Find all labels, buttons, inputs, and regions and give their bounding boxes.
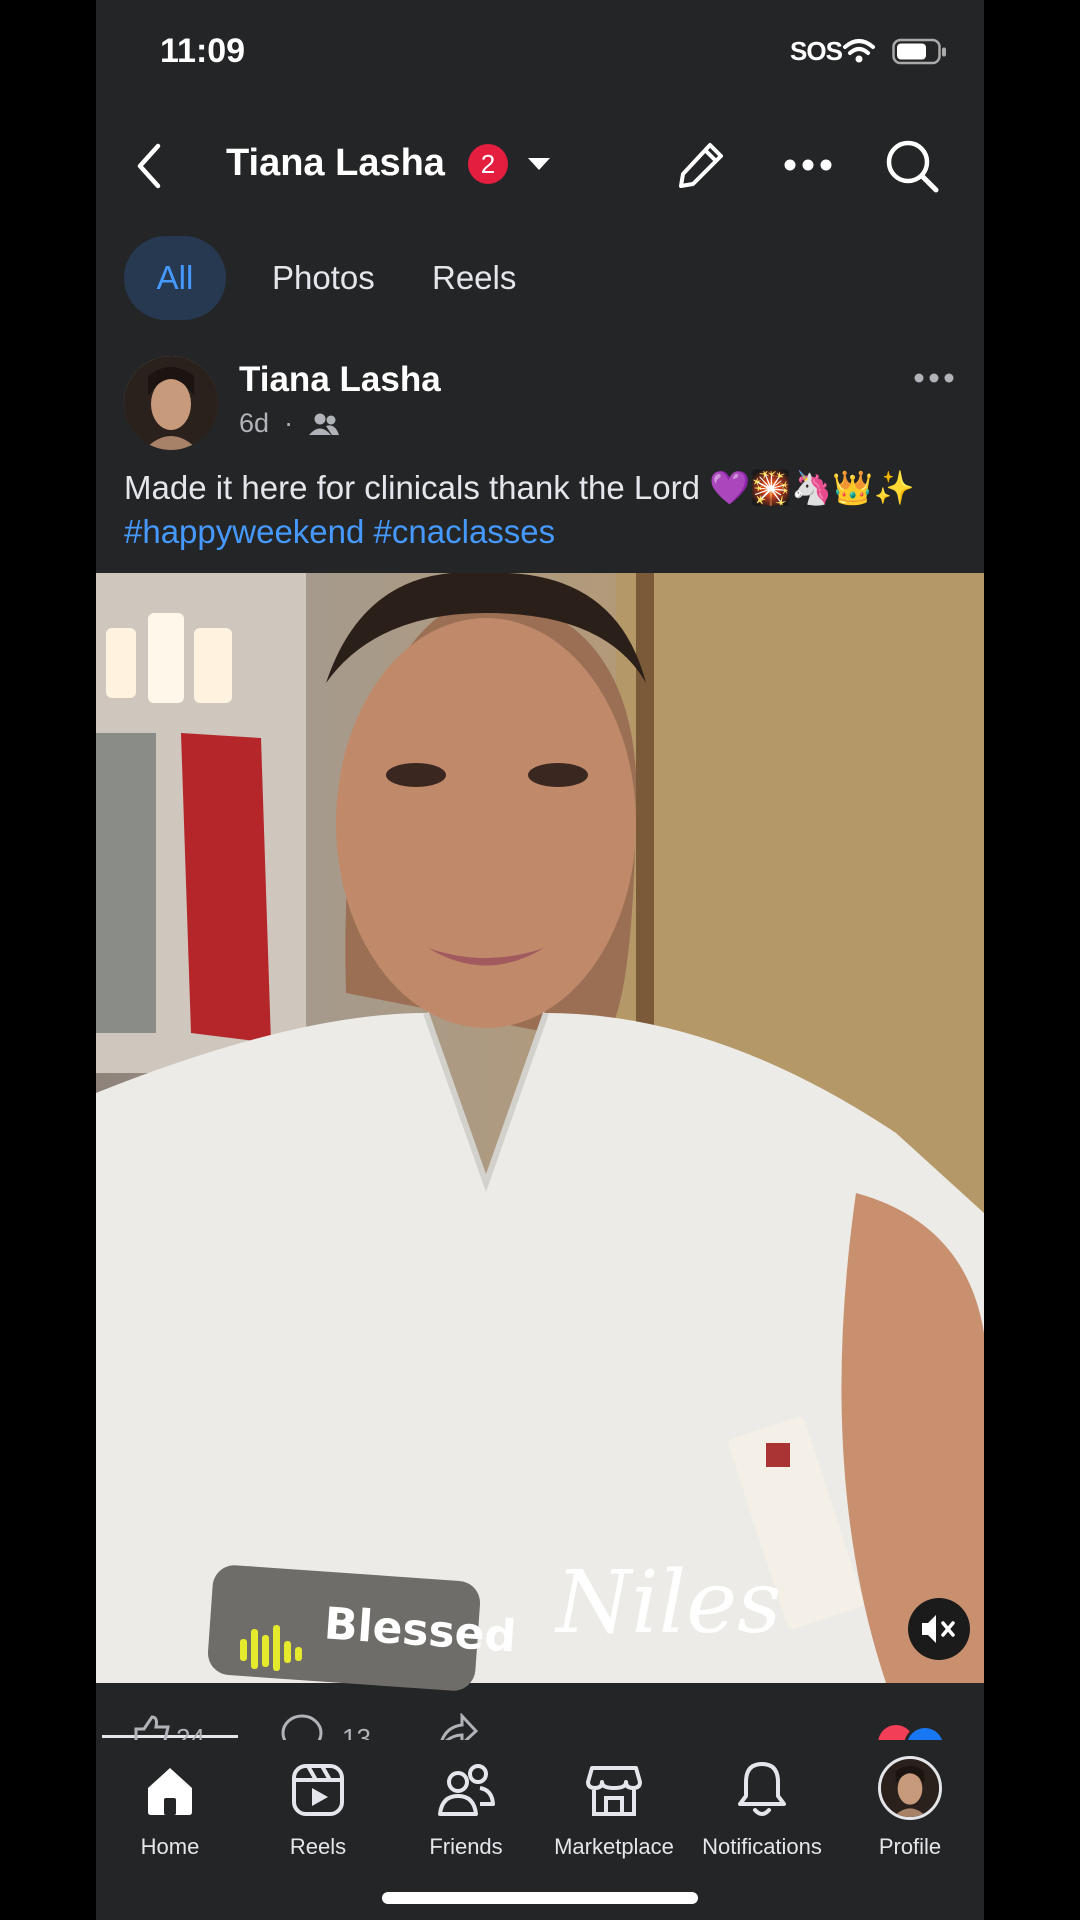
post-author-avatar[interactable] (124, 356, 218, 450)
caption-text: Made it here for clinicals thank the Lor… (124, 469, 915, 506)
post-time: 6d (239, 408, 270, 438)
search-icon[interactable] (884, 138, 940, 194)
nav-home-label: Home (140, 1834, 200, 1859)
friends-icon (438, 1764, 495, 1816)
more-icon[interactable] (784, 158, 832, 172)
muted-speaker-icon (922, 1615, 955, 1643)
video-frame (96, 573, 984, 1683)
meta-separator: · (276, 408, 301, 438)
profile-title[interactable]: Tiana Lasha (226, 142, 445, 185)
tab-reels[interactable]: Reels (432, 236, 572, 320)
bell-icon (738, 1762, 786, 1816)
post-caption: Made it here for clinicals thank the Lor… (124, 466, 944, 554)
hashtag-cnaclasses[interactable]: #cnaclasses (374, 513, 556, 550)
home-indicator[interactable] (382, 1892, 698, 1904)
reactions-row: 24 13 (96, 1683, 984, 1740)
post-author-name[interactable]: Tiana Lasha (239, 360, 441, 400)
status-time: 11:09 (160, 32, 246, 70)
post-video[interactable] (96, 573, 984, 1683)
video-overlay-text: Niles (556, 1553, 782, 1653)
caret-down-icon[interactable] (526, 156, 552, 172)
edit-pencil-icon[interactable] (676, 140, 726, 190)
nav-notifications-label: Notifications (702, 1834, 822, 1859)
back-icon[interactable] (134, 142, 162, 190)
marketplace-icon (586, 1766, 642, 1816)
friends-audience-icon (309, 413, 340, 435)
tab-photos[interactable]: Photos (272, 236, 432, 320)
wifi-icon (843, 39, 875, 63)
post-options-icon[interactable] (914, 372, 954, 384)
notification-badge: 2 (468, 144, 508, 184)
battery-icon (892, 38, 946, 65)
comment-count: 13 (342, 1723, 371, 1740)
nav-profile-label: Profile (878, 1834, 942, 1859)
home-icon (148, 1768, 192, 1815)
like-icon[interactable] (132, 1715, 172, 1740)
tab-all[interactable]: All (124, 236, 226, 320)
share-icon[interactable] (436, 1713, 480, 1740)
avatar (878, 1756, 942, 1820)
music-bars-icon (240, 1625, 302, 1671)
nav-friends-label: Friends (429, 1834, 503, 1859)
mute-button[interactable] (908, 1598, 970, 1660)
screen: 11:09 SOS Tiana Lasha 2 All Photos Reels… (96, 0, 984, 1920)
nav-reels-label: Reels (289, 1834, 347, 1859)
post-meta: 6d · (239, 408, 340, 439)
like-reaction-icon (904, 1725, 946, 1740)
like-count: 24 (176, 1723, 205, 1740)
sos-indicator: SOS (790, 36, 843, 66)
hashtag-happyweekend[interactable]: #happyweekend (124, 513, 364, 550)
reels-icon (292, 1764, 344, 1816)
comment-icon[interactable] (280, 1713, 324, 1740)
nav-marketplace-label: Marketplace (554, 1834, 674, 1859)
